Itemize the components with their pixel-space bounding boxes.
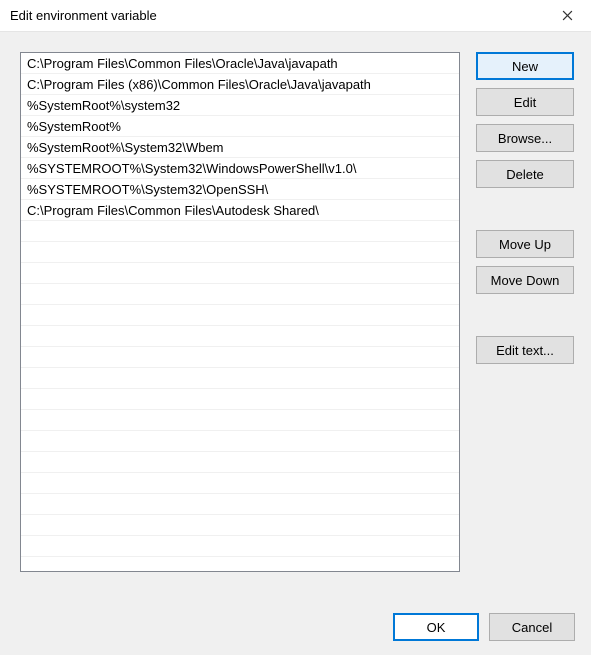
dialog-window: Edit environment variable C:\Program Fil… — [0, 0, 591, 655]
delete-button[interactable]: Delete — [476, 160, 574, 188]
edit-text-button[interactable]: Edit text... — [476, 336, 574, 364]
path-list-item[interactable] — [21, 284, 459, 305]
side-button-column: New Edit Browse... Delete Move Up Move D… — [476, 52, 574, 595]
path-list-item[interactable] — [21, 242, 459, 263]
path-list-item[interactable] — [21, 452, 459, 473]
path-list-item[interactable]: %SYSTEMROOT%\System32\WindowsPowerShell\… — [21, 158, 459, 179]
edit-button[interactable]: Edit — [476, 88, 574, 116]
ok-button[interactable]: OK — [393, 613, 479, 641]
path-list-item[interactable] — [21, 515, 459, 536]
move-up-button[interactable]: Move Up — [476, 230, 574, 258]
path-list-item[interactable] — [21, 431, 459, 452]
path-list-item[interactable] — [21, 326, 459, 347]
path-list-item[interactable]: %SYSTEMROOT%\System32\OpenSSH\ — [21, 179, 459, 200]
path-list-item[interactable]: C:\Program Files\Common Files\Autodesk S… — [21, 200, 459, 221]
path-list-item[interactable]: %SystemRoot%\system32 — [21, 95, 459, 116]
path-list-item[interactable] — [21, 410, 459, 431]
close-button[interactable] — [547, 2, 587, 30]
dialog-body: C:\Program Files\Common Files\Oracle\Jav… — [0, 32, 591, 655]
path-list-item[interactable] — [21, 494, 459, 515]
path-list-item[interactable]: %SystemRoot% — [21, 116, 459, 137]
path-list-item[interactable] — [21, 221, 459, 242]
titlebar: Edit environment variable — [0, 0, 591, 32]
path-list-item[interactable] — [21, 389, 459, 410]
main-row: C:\Program Files\Common Files\Oracle\Jav… — [20, 52, 575, 595]
path-list-item[interactable] — [21, 347, 459, 368]
path-list-item[interactable] — [21, 263, 459, 284]
path-list-item[interactable] — [21, 305, 459, 326]
close-icon — [562, 10, 573, 21]
path-list-item[interactable] — [21, 536, 459, 557]
browse-button[interactable]: Browse... — [476, 124, 574, 152]
path-list-item[interactable]: %SystemRoot%\System32\Wbem — [21, 137, 459, 158]
cancel-button[interactable]: Cancel — [489, 613, 575, 641]
new-button[interactable]: New — [476, 52, 574, 80]
path-list-item[interactable] — [21, 473, 459, 494]
dialog-footer: OK Cancel — [20, 595, 575, 641]
path-listbox[interactable]: C:\Program Files\Common Files\Oracle\Jav… — [20, 52, 460, 572]
dialog-title: Edit environment variable — [10, 8, 157, 23]
path-list-item[interactable]: C:\Program Files\Common Files\Oracle\Jav… — [21, 53, 459, 74]
path-list-item[interactable]: C:\Program Files (x86)\Common Files\Orac… — [21, 74, 459, 95]
path-list-item[interactable] — [21, 368, 459, 389]
move-down-button[interactable]: Move Down — [476, 266, 574, 294]
